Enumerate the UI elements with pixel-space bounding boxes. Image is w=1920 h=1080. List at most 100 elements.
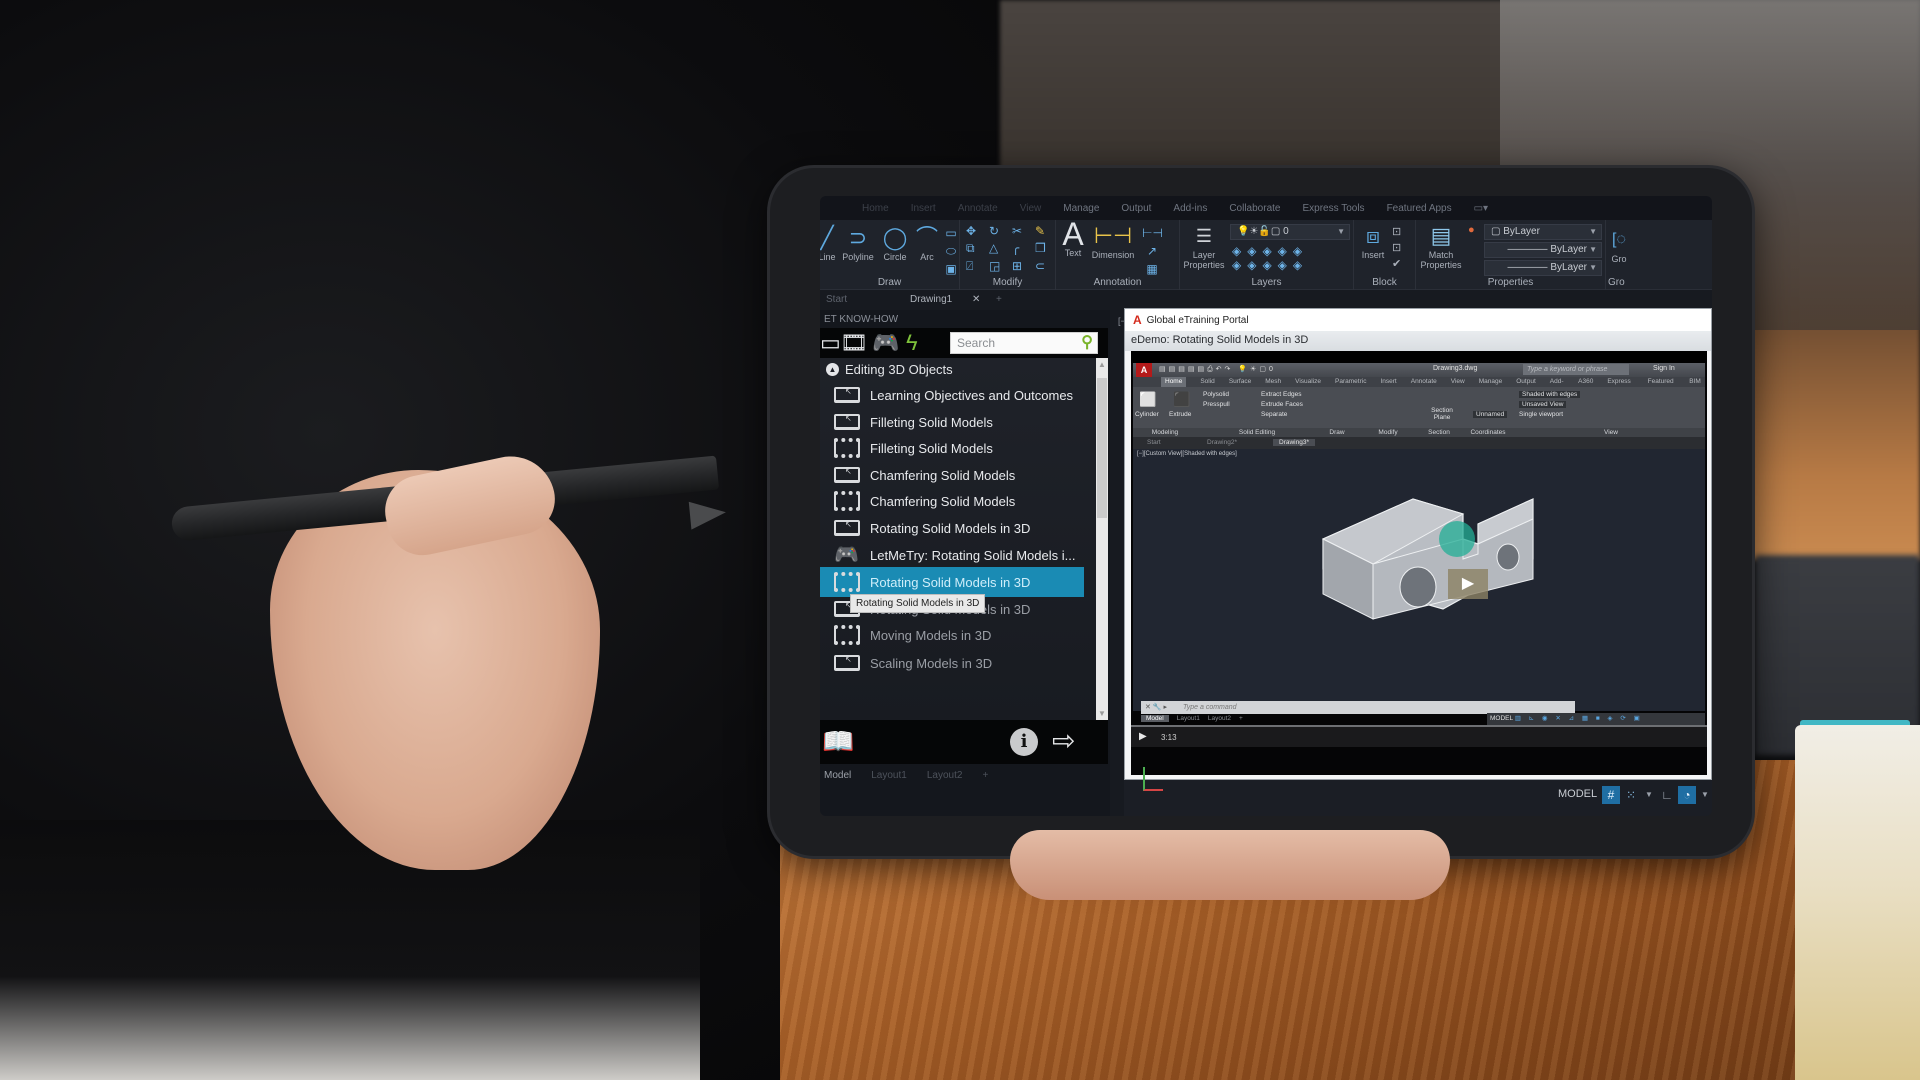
scale-icon[interactable]: ◲ xyxy=(989,259,1007,274)
layer-tools[interactable]: ◈◈◈◈◈ ◈◈◈◈◈ xyxy=(1232,244,1308,272)
play-icon[interactable]: ▶ xyxy=(1139,731,1147,742)
ortho-icon[interactable]: ∟ xyxy=(1658,786,1676,804)
ribbon-tab-manage[interactable]: Manage xyxy=(1063,203,1099,214)
offset-icon[interactable]: ⊂ xyxy=(1035,259,1053,274)
film-filter-icon[interactable]: 🎞 xyxy=(840,331,868,355)
lesson-item[interactable]: Learning Objectives and Outcomes xyxy=(820,380,1084,410)
film-icon xyxy=(834,438,860,458)
chevron-down-icon[interactable]: ▼ xyxy=(1640,786,1658,804)
mirror-icon[interactable]: △ xyxy=(989,241,1007,256)
section-header[interactable]: ▲ Editing 3D Objects xyxy=(826,362,953,377)
linetype-dropdown[interactable]: ———— ByLayer ▼ xyxy=(1484,242,1602,258)
ribbon-tab-output[interactable]: Output xyxy=(1121,203,1151,214)
rotate-icon[interactable]: ↻ xyxy=(989,224,1007,238)
snap-icon[interactable]: ⁙ xyxy=(1622,786,1640,804)
workspace-toggle-icon[interactable]: ▭▾ xyxy=(1474,203,1488,214)
search-icon[interactable]: ⚲ xyxy=(1081,332,1093,352)
annotation-panel-title[interactable]: Annotation xyxy=(1056,277,1179,288)
layers-panel-title[interactable]: Layers xyxy=(1180,277,1353,288)
fillet-icon[interactable]: ╭ xyxy=(1012,241,1030,256)
item-tooltip: Rotating Solid Models in 3D xyxy=(850,594,986,613)
layout-tab-model[interactable]: Model xyxy=(824,770,851,781)
block-panel-title[interactable]: Block xyxy=(1354,277,1415,288)
doc-tab-start[interactable]: Start xyxy=(826,294,847,305)
arc-tool[interactable]: ⌒ Arc xyxy=(914,226,940,263)
info-icon[interactable]: i xyxy=(1010,728,1038,756)
ribbon-tab-featured-apps[interactable]: Featured Apps xyxy=(1387,203,1452,214)
layout-tab-layout2[interactable]: Layout2 xyxy=(927,770,963,781)
block-tools[interactable]: ⊡ ⊡ ✔ xyxy=(1392,224,1401,272)
dimension-icon: ⊢⊣ xyxy=(1093,223,1133,248)
model-space-toggle[interactable]: MODEL xyxy=(1558,788,1597,800)
exit-icon[interactable]: ⇨ xyxy=(1052,726,1075,756)
properties-panel: ▤ Match Properties ● ▢ ByLayer ▼ ———— ByLa… xyxy=(1416,220,1606,290)
ribbon-tab-collaborate[interactable]: Collaborate xyxy=(1229,203,1280,214)
ribbon-tab-annotate[interactable]: Annotate xyxy=(958,203,998,214)
lineweight-dropdown[interactable]: ———— ByLayer ▼ xyxy=(1484,260,1602,276)
lesson-item[interactable]: Filleting Solid Models xyxy=(820,433,1084,463)
stretch-icon[interactable]: ⍁ xyxy=(966,259,984,274)
text-tool[interactable]: A Text xyxy=(1060,216,1086,258)
collapse-icon[interactable]: ▲ xyxy=(826,363,839,376)
erase-icon[interactable]: ✎ xyxy=(1035,224,1053,238)
book-icon[interactable]: 📖 xyxy=(822,726,854,757)
play-overlay-button[interactable]: ▶ xyxy=(1448,569,1488,599)
lesson-item-selected[interactable]: Rotating Solid Models in 3D xyxy=(820,567,1084,597)
scrollbar-thumb[interactable] xyxy=(1097,378,1107,518)
shirt-lower xyxy=(0,820,700,1080)
leader-table-tools[interactable]: ⊢⊣ ↗ ▦ xyxy=(1142,224,1163,278)
doc-tab-drawing1[interactable]: Drawing1 xyxy=(910,294,952,305)
close-tab-icon[interactable]: ✕ xyxy=(972,294,980,305)
polar-tracking-icon[interactable]: ◔ xyxy=(1678,786,1696,804)
copy-icon[interactable]: ⧉ xyxy=(966,241,984,256)
ribbon-tab-express-tools[interactable]: Express Tools xyxy=(1302,203,1364,214)
move-icon[interactable]: ✥ xyxy=(966,224,984,238)
layer-dropdown[interactable]: 💡☀🔓▢ 0 ▼ xyxy=(1230,224,1350,240)
film-icon xyxy=(834,572,860,592)
search-input[interactable]: Search ⚲ xyxy=(950,332,1098,354)
lesson-item[interactable]: Rotating Solid Models in 3D xyxy=(820,513,1084,543)
hand-under-tablet xyxy=(1010,830,1450,900)
draw-panel-title[interactable]: Draw xyxy=(820,277,959,288)
group-button[interactable]: [◌ Gro xyxy=(1608,228,1630,264)
ribbon-tab-home[interactable]: Home xyxy=(862,203,889,214)
modify-tools[interactable]: ✥ ↻ ✂ ✎ ⧉ △ ╭ ❒ ⍁ ◲ ⊞ ⊂ xyxy=(966,224,1053,274)
insert-block-button[interactable]: ⧈ Insert xyxy=(1358,224,1388,261)
grid-icon[interactable]: # xyxy=(1602,786,1620,804)
lesson-item[interactable]: Scaling Models in 3D xyxy=(820,648,1084,678)
new-tab-button[interactable]: + xyxy=(996,294,1002,305)
text-icon: A xyxy=(1062,216,1084,252)
lesson-item[interactable]: Chamfering Solid Models xyxy=(820,486,1084,516)
scroll-down-icon[interactable]: ▼ xyxy=(1098,709,1106,718)
line-tool[interactable]: ╱ Line xyxy=(820,226,840,263)
ribbon-tab-addins[interactable]: Add-ins xyxy=(1173,203,1207,214)
lightning-icon[interactable]: ϟ xyxy=(906,331,918,355)
layout-tab-layout1[interactable]: Layout1 xyxy=(871,770,907,781)
properties-panel-title[interactable]: Properties xyxy=(1416,277,1605,288)
modify-panel-title[interactable]: Modify xyxy=(960,277,1055,288)
dimension-tool[interactable]: ⊢⊣ Dimension xyxy=(1088,223,1138,261)
polyline-tool[interactable]: ⊃ Polyline xyxy=(838,226,878,263)
video-frame[interactable]: A ▤▤▤▤▤⎙↶↷ 💡☀▢0 Drawing3.dwg Type a keyw… xyxy=(1131,351,1707,791)
ribbon-tab-view[interactable]: View xyxy=(1020,203,1042,214)
add-layout-button[interactable]: + xyxy=(982,770,988,781)
ribbon-tab-insert[interactable]: Insert xyxy=(911,203,936,214)
scroll-up-icon[interactable]: ▲ xyxy=(1098,360,1106,369)
circle-tool[interactable]: ◯ Circle xyxy=(878,226,912,263)
tree-scrollbar[interactable]: ▲ ▼ xyxy=(1096,358,1108,720)
gamepad-icon: 🎮 xyxy=(834,544,859,566)
color-dropdown[interactable]: ▢ ByLayer ▼ xyxy=(1484,224,1602,240)
lesson-tree: ▲ Editing 3D Objects Learning Objectives… xyxy=(820,358,1096,720)
match-properties-button[interactable]: ▤ Match Properties xyxy=(1418,224,1464,271)
lesson-item[interactable]: 🎮 LetMeTry: Rotating Solid Models i... xyxy=(820,540,1084,570)
trim-icon[interactable]: ✂ xyxy=(1012,224,1030,238)
array-icon[interactable]: ⊞ xyxy=(1012,259,1030,274)
laptop-filter-icon[interactable]: ▭ xyxy=(820,331,841,355)
layer-properties-button[interactable]: ☰ Layer Properties xyxy=(1182,224,1226,270)
chevron-down-icon[interactable]: ▼ xyxy=(1696,786,1712,804)
groups-panel: [◌ Gro Gro xyxy=(1606,220,1646,290)
gamepad-filter-icon[interactable]: 🎮 xyxy=(872,331,899,355)
explode-icon[interactable]: ❒ xyxy=(1035,241,1053,256)
lesson-item[interactable]: Moving Models in 3D xyxy=(820,620,1084,650)
rectangle-ellipse-hatch-tools[interactable]: ▭ ⬭ ▣ xyxy=(942,224,960,278)
